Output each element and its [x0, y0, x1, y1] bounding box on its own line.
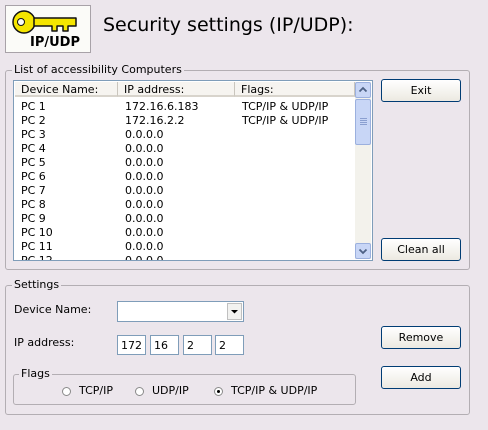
add-button[interactable]: Add: [381, 366, 461, 389]
chevron-down-icon: [231, 310, 238, 314]
key-icon: [12, 10, 77, 34]
scroll-grip-line: [360, 124, 367, 125]
table-row[interactable]: PC 3 0.0.0.0: [15, 128, 355, 142]
list-rows: PC 1 172.16.6.183 TCP/IP & UDP/IP PC 2 172.1…: [15, 100, 355, 261]
ip-octet-3[interactable]: [183, 335, 212, 355]
logo-box: IP/UDP: [5, 5, 91, 53]
device-name-dropdown-button[interactable]: [227, 303, 242, 320]
scroll-thumb[interactable]: [355, 99, 371, 145]
chevron-up-icon: [358, 86, 368, 93]
list-scrollbar[interactable]: [355, 82, 371, 259]
table-cell-ip: 0.0.0.0: [125, 184, 164, 197]
list-header: Device Name: IP address: Flags:: [15, 82, 355, 98]
table-cell-ip: 0.0.0.0: [125, 170, 164, 183]
table-cell-name: PC 1: [21, 100, 46, 113]
radio-udp-ip-circle[interactable]: [135, 387, 144, 396]
table-row[interactable]: PC 1 172.16.6.183 TCP/IP & UDP/IP: [15, 100, 355, 114]
settings-group-title: Settings: [12, 278, 62, 291]
table-cell-name: PC 2: [21, 114, 46, 127]
table-cell-name: PC 3: [21, 128, 46, 141]
scroll-grip-icon: [360, 118, 367, 119]
table-cell-ip: 0.0.0.0: [125, 156, 164, 169]
flags-group-title: Flags: [19, 367, 52, 380]
table-row[interactable]: PC 2 172.16.2.2 TCP/IP & UDP/IP: [15, 114, 355, 128]
radio-udp-ip-label: UDP/IP: [152, 384, 189, 397]
table-row[interactable]: PC 7 0.0.0.0: [15, 184, 355, 198]
table-row[interactable]: PC 4 0.0.0.0: [15, 142, 355, 156]
table-cell-name: PC 9: [21, 212, 46, 225]
radio-tcp-udp-ip-circle[interactable]: [214, 387, 223, 396]
computers-list[interactable]: Device Name: IP address: Flags: PC 1 172.…: [13, 80, 373, 261]
table-cell-name: PC 8: [21, 198, 46, 211]
table-row[interactable]: PC 9 0.0.0.0: [15, 212, 355, 226]
clean-all-button[interactable]: Clean all: [381, 238, 461, 261]
table-row[interactable]: PC 10 0.0.0.0: [15, 226, 355, 240]
table-row[interactable]: PC 11 0.0.0.0: [15, 240, 355, 254]
ip-octet-4[interactable]: [215, 335, 244, 355]
table-cell-ip: 0.0.0.0: [125, 240, 164, 253]
chevron-down-icon: [358, 248, 368, 255]
table-row[interactable]: PC 8 0.0.0.0: [15, 198, 355, 212]
table-cell-name: PC 11: [21, 240, 53, 253]
table-cell-ip: 0.0.0.0: [125, 254, 164, 261]
table-cell-name: PC 5: [21, 156, 46, 169]
exit-button[interactable]: Exit: [381, 79, 461, 102]
device-name-label: Device Name:: [14, 303, 92, 316]
scroll-grip-line: [360, 120, 367, 121]
device-name-select[interactable]: [117, 301, 244, 322]
radio-tcp-udp-ip-label: TCP/IP & UDP/IP: [231, 384, 318, 397]
table-cell-ip: 0.0.0.0: [125, 226, 164, 239]
table-cell-name: PC 7: [21, 184, 46, 197]
radio-tcp-ip-circle[interactable]: [62, 387, 71, 396]
table-cell-ip: 0.0.0.0: [125, 128, 164, 141]
radio-tcp-ip-label: TCP/IP: [79, 384, 113, 397]
table-cell-ip: 172.16.2.2: [125, 114, 185, 127]
table-row[interactable]: PC 5 0.0.0.0: [15, 156, 355, 170]
column-ip-address[interactable]: IP address:: [118, 82, 235, 97]
column-flags[interactable]: Flags:: [235, 82, 355, 97]
column-device-name[interactable]: Device Name:: [15, 82, 118, 97]
table-cell-ip: 0.0.0.0: [125, 198, 164, 211]
table-row[interactable]: PC 6 0.0.0.0: [15, 170, 355, 184]
table-cell-name: PC 4: [21, 142, 46, 155]
scroll-grip-line: [360, 122, 367, 123]
ip-octet-2[interactable]: [150, 335, 179, 355]
table-cell-name: PC 10: [21, 226, 53, 239]
table-cell-ip: 0.0.0.0: [125, 142, 164, 155]
page-title: Security settings (IP/UDP):: [103, 14, 354, 36]
remove-button[interactable]: Remove: [381, 326, 461, 349]
table-cell-ip: 172.16.6.183: [125, 100, 199, 113]
ip-address-label: IP address:: [14, 336, 75, 349]
table-cell-flags: TCP/IP & UDP/IP: [242, 100, 329, 113]
table-cell-flags: TCP/IP & UDP/IP: [242, 114, 329, 127]
scroll-up-button[interactable]: [355, 82, 371, 98]
logo-text: IP/UDP: [30, 35, 80, 50]
table-row[interactable]: PC 12 0.0.0.0: [15, 254, 355, 261]
scroll-down-button[interactable]: [355, 243, 371, 259]
table-cell-name: PC 12: [21, 254, 53, 261]
computers-group-title: List of accessibility Computers: [12, 63, 184, 76]
ip-octet-1[interactable]: [117, 335, 146, 355]
table-cell-ip: 0.0.0.0: [125, 212, 164, 225]
table-cell-name: PC 6: [21, 170, 46, 183]
